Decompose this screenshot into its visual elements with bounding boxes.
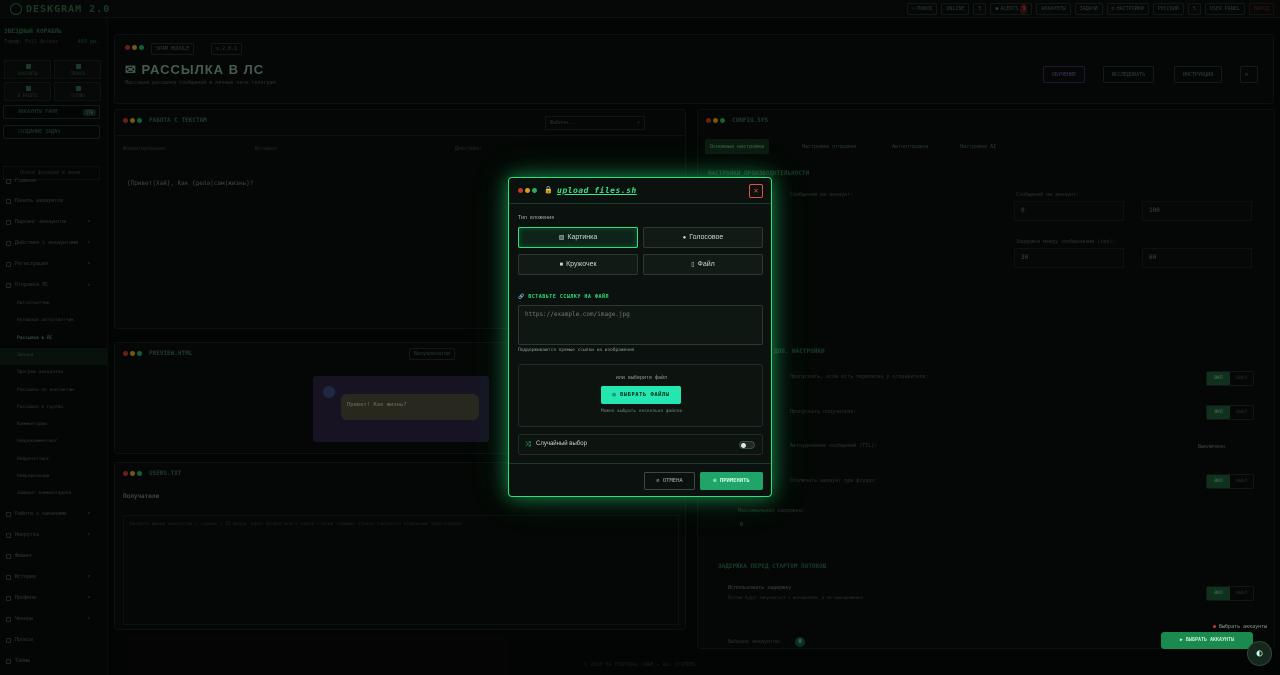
file-icon: ▯ (691, 262, 695, 268)
close-icon: ✕ (753, 186, 759, 195)
lock-icon: 🔒 (544, 186, 553, 194)
option-voice[interactable]: ● Голосовое (643, 227, 763, 248)
apply-button[interactable]: ⊙ ПРИМЕНИТЬ (700, 472, 763, 490)
modal-title: upload_files.sh (557, 186, 637, 195)
upload-icon: ◎ (612, 392, 621, 398)
modal-footer-divider (509, 463, 771, 464)
cancel-icon: ⊘ (656, 478, 663, 484)
attachment-type-label: Тип вложения (518, 215, 555, 221)
chat-icon: ◐ (1256, 648, 1263, 659)
choose-files-button[interactable]: ◎ ВЫБРАТЬ ФАЙЛЫ (601, 386, 681, 404)
random-choice-row: ⤨ Случайный выбор (518, 434, 763, 455)
check-icon: ⊙ (713, 478, 720, 484)
option-image[interactable]: ▨ Картинка (518, 227, 638, 248)
launch-select-accounts-button[interactable]: ▶ ВЫБРАТЬ АККАУНТЫ (1161, 632, 1253, 649)
file-link-label: 🔗 ВСТАВЬТЕ ССЫЛКУ НА ФАЙЛ (518, 294, 609, 300)
random-choice-label: Случайный выбор (536, 441, 587, 447)
file-url-input[interactable] (518, 305, 763, 345)
select-accounts-hint: ● Выбрать аккаунты (1213, 624, 1268, 630)
upload-files-modal: 🔒 upload_files.sh ✕ Тип вложения ▨ Картин… (508, 177, 772, 497)
support-chat-button[interactable]: ◐ (1247, 641, 1272, 666)
microphone-icon: ● (682, 235, 687, 241)
option-file[interactable]: ▯ Файл (643, 254, 763, 275)
multi-files-hint: Можно выбрать несколько файлов (600, 409, 683, 414)
url-hint: Поддерживаются прямые ссылки на изображе… (518, 348, 635, 353)
cancel-button[interactable]: ⊘ ОТМЕНА (644, 472, 695, 490)
random-choice-toggle[interactable] (739, 441, 755, 449)
close-button[interactable]: ✕ (749, 184, 763, 198)
toggle-knob (741, 443, 746, 448)
option-video-note[interactable]: ■ Кружочек (518, 254, 638, 275)
or-choose-file-text: или выберите файл (615, 375, 668, 381)
link-icon: 🔗 (518, 294, 529, 300)
modal-header: 🔒 upload_files.sh ✕ (509, 178, 771, 204)
shuffle-icon: ⤨ (525, 440, 531, 448)
image-icon: ▨ (558, 235, 565, 241)
file-upload-zone[interactable]: или выберите файл ◎ ВЫБРАТЬ ФАЙЛЫ Можно … (518, 364, 763, 427)
window-dots (518, 188, 537, 193)
video-icon: ■ (559, 262, 564, 268)
